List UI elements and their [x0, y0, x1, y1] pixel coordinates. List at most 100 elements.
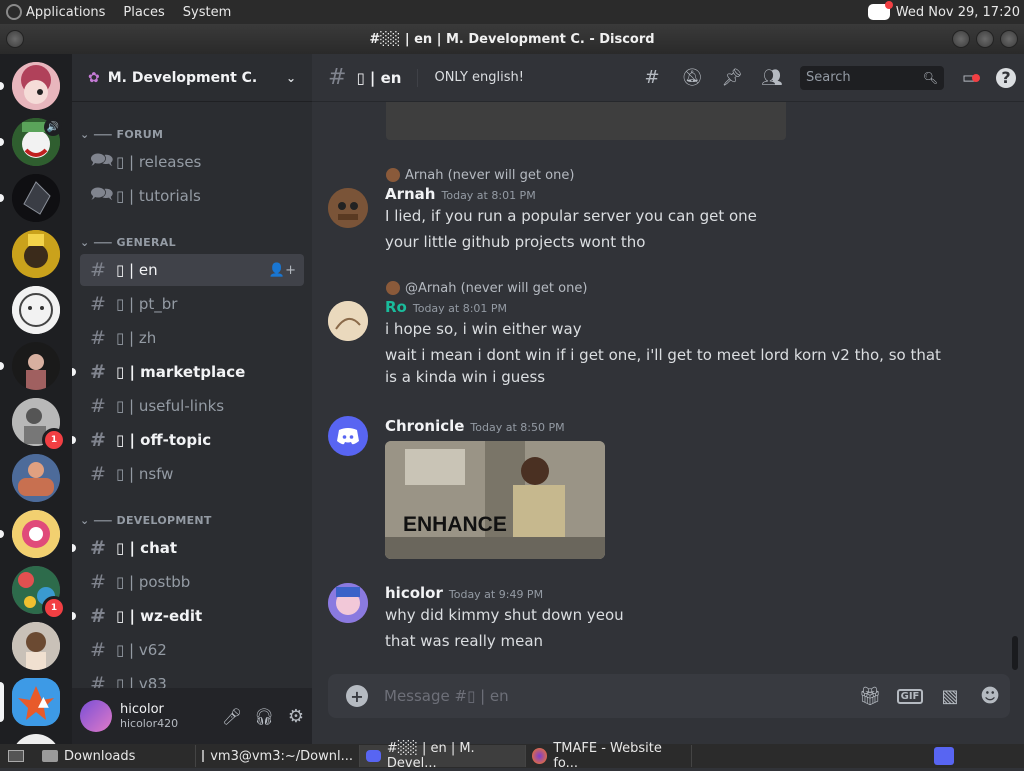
minimize-button[interactable] — [952, 30, 970, 48]
task-downloads[interactable]: Downloads — [36, 745, 196, 767]
user-avatar[interactable] — [80, 700, 112, 732]
task-label: vm3@vm3:~/Downl... — [210, 748, 353, 764]
category-collapse-icon: ⌄ — [80, 128, 90, 141]
server-icon-3[interactable] — [12, 174, 60, 222]
channel-label: ▯ | marketplace — [116, 363, 246, 381]
channel-v83[interactable]: # ▯ | v83 — [80, 668, 304, 688]
clock[interactable]: Wed Nov 29, 17:20 — [896, 5, 1020, 20]
window-titlebar[interactable]: #░░ | en | M. Development C. - Discord — [0, 24, 1024, 54]
show-desktop-icon[interactable] — [4, 746, 28, 766]
channel-topic[interactable]: ONLY english! — [434, 70, 523, 85]
settings-gear-icon[interactable]: ⚙ — [280, 706, 312, 727]
channel-zh[interactable]: # ▯ | zh — [80, 322, 304, 354]
gift-icon[interactable]: 🎁︎ — [850, 686, 890, 707]
server-icon-13[interactable] — [12, 734, 60, 744]
close-button[interactable] — [1000, 30, 1018, 48]
channel-postbb[interactable]: # ▯ | postbb — [80, 566, 304, 598]
search-icon: 🔍︎ — [922, 70, 938, 85]
task-terminal[interactable]: vm3@vm3:~/Downl... — [196, 745, 360, 767]
channel-tutorials[interactable]: 🗪 ▯ | tutorials — [80, 180, 304, 212]
channel-wz-edit[interactable]: # ▯ | wz-edit — [80, 600, 304, 632]
maximize-button[interactable] — [976, 30, 994, 48]
message-ro[interactable]: @Arnah (never will get one) Ro Today at 8… — [328, 279, 988, 388]
author-avatar[interactable] — [328, 583, 368, 623]
server-icon-1[interactable] — [12, 62, 60, 110]
category-general[interactable]: ⌄ ⸺ GENERAL — [80, 234, 176, 250]
gif-icon[interactable]: GIF — [890, 688, 930, 704]
applications-menu[interactable]: Applications — [6, 4, 105, 20]
server-icon-5[interactable] — [12, 286, 60, 334]
folder-icon — [42, 750, 58, 762]
channel-en[interactable]: # ▯ | en 👤+ — [80, 254, 304, 286]
message-hicolor[interactable]: hicolor Today at 9:49 PM why did kimmy sh… — [328, 583, 988, 652]
server-icon-8[interactable] — [12, 454, 60, 502]
hash-icon: # — [90, 259, 106, 281]
author-avatar[interactable] — [328, 301, 368, 341]
places-menu[interactable]: Places — [123, 5, 164, 20]
sketch-face-avatar-icon — [12, 286, 60, 334]
task-firefox[interactable]: TMAFE - Website fo... — [526, 741, 692, 771]
author-avatar[interactable] — [328, 188, 368, 228]
message-chronicle[interactable]: Chronicle Today at 8:50 PM ENHANCE — [328, 416, 988, 559]
author-name[interactable]: Chronicle — [385, 417, 464, 435]
server-unread-pill — [0, 530, 4, 538]
channel-v62[interactable]: # ▯ | v62 — [80, 634, 304, 666]
mute-bell-icon[interactable]: 🔕︎ — [672, 68, 712, 88]
category-forum[interactable]: ⌄ ⸺ FORUM — [80, 126, 163, 142]
channel-releases[interactable]: 🗪 ▯ | releases — [80, 146, 304, 178]
server-icon-4[interactable] — [12, 230, 60, 278]
invite-icon[interactable]: 👤+ — [269, 263, 296, 278]
window-menu-button[interactable] — [6, 30, 24, 48]
help-icon[interactable]: ? — [988, 67, 1024, 88]
chevron-down-icon[interactable]: ⌄ — [286, 71, 296, 85]
author-name[interactable]: Arnah — [385, 185, 436, 203]
server-header[interactable]: ✿ M. Development C. ⌄ — [72, 54, 312, 102]
hash-icon: # — [90, 327, 106, 349]
server-icon-9[interactable] — [12, 510, 60, 558]
threads-icon[interactable]: # — [632, 67, 672, 88]
reply-reference[interactable]: Arnah (never will get one) — [386, 166, 988, 184]
inbox-icon[interactable]: ▭ — [952, 68, 988, 88]
server-unread-pill — [0, 82, 4, 90]
channel-nsfw[interactable]: # ▯ | nsfw — [80, 458, 304, 490]
channel-marketplace[interactable]: # ▯ | marketplace — [80, 356, 304, 388]
member-list-icon[interactable]: 👥︎ — [752, 68, 792, 88]
gif-caption: ENHANCE — [403, 513, 507, 536]
task-discord[interactable]: #░░ | en | M. Devel... — [360, 741, 526, 771]
search-box[interactable]: Search 🔍︎ — [800, 65, 944, 90]
server-icon-6[interactable] — [12, 342, 60, 390]
channel-label: ▯ | v62 — [116, 641, 167, 659]
crystal-avatar-icon — [12, 174, 60, 222]
channel-label: ▯ | pt_br — [116, 295, 178, 313]
server-rail: 🔊 1 1 ▲ — [0, 54, 72, 744]
author-name[interactable]: hicolor — [385, 584, 443, 602]
user-names[interactable]: hicolor hicolor420 — [120, 702, 216, 730]
server-icon-11[interactable] — [12, 622, 60, 670]
gif-attachment[interactable]: ENHANCE — [385, 441, 605, 559]
channel-useful-links[interactable]: # ▯ | useful-links — [80, 390, 304, 422]
headphones-icon[interactable]: 🎧︎ — [248, 707, 280, 726]
unread-indicator — [72, 436, 76, 444]
channel-off-topic[interactable]: # ▯ | off-topic — [80, 424, 304, 456]
reply-reference[interactable]: @Arnah (never will get one) — [386, 279, 988, 297]
category-development[interactable]: ⌄ ⸺ DEVELOPMENT — [80, 512, 212, 528]
workspace-discord-icon[interactable] — [934, 747, 954, 765]
channel-chat[interactable]: # ▯ | chat — [80, 532, 304, 564]
message-input[interactable]: Message #▯ | en — [384, 687, 850, 705]
discord-tray-icon[interactable] — [867, 1, 893, 20]
add-attachment-icon[interactable]: + — [346, 685, 368, 707]
pin-icon[interactable]: 📌︎ — [712, 68, 752, 88]
channel-pt_br[interactable]: # ▯ | pt_br — [80, 288, 304, 320]
microphone-icon[interactable]: 🎤︎ — [216, 707, 248, 726]
author-avatar[interactable] — [328, 416, 368, 456]
scrollbar-thumb[interactable] — [1012, 636, 1018, 670]
sticker-icon[interactable]: ▧ — [930, 686, 970, 707]
tray-notification-dot — [884, 1, 893, 9]
previous-attachment-image[interactable] — [386, 102, 786, 140]
emoji-icon[interactable]: ☻ — [970, 685, 1010, 707]
system-menu[interactable]: System — [183, 5, 231, 20]
author-name[interactable]: Ro — [385, 298, 407, 316]
message-arnah[interactable]: Arnah (never will get one) Arnah Today at… — [328, 166, 988, 253]
server-icon-12[interactable] — [12, 678, 60, 726]
cursor-icon: ▲ — [38, 694, 49, 710]
